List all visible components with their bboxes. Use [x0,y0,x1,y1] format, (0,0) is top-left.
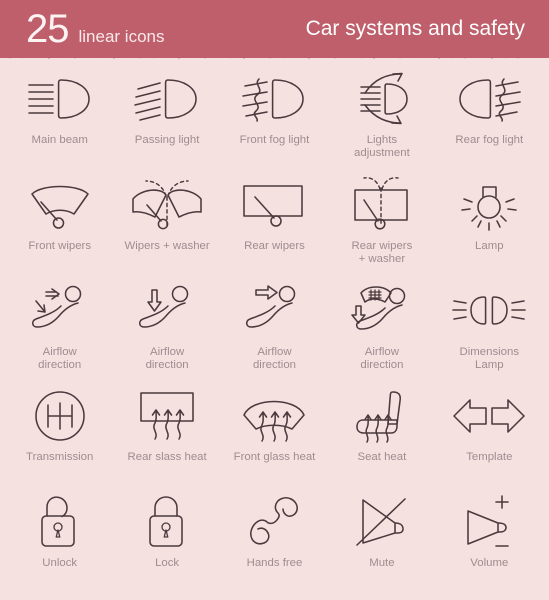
icon-label: Transmission [26,451,94,464]
headlight-adjustment-icon [337,71,427,127]
icon-label: Airflow direction [252,345,297,371]
icon-label: Lamp [475,239,504,252]
icon-label: Rear fog light [455,134,524,146]
icon-label: Volume [470,557,509,570]
icon-cell-wipers-washer[interactable]: Wipers + washer [113,171,220,277]
airflow-seat-front-icon [229,283,319,339]
wipers-washer-icon [122,177,212,233]
lock-padlock-icon [122,494,212,550]
icon-cell-template[interactable]: Template [436,382,543,488]
icon-grid: Main beam Passing light Front fog light … [0,61,549,600]
icon-count-block: 25 linear icons [26,9,165,49]
icon-cell-rear-wipers-washer[interactable]: Rear wipers + washer [328,171,435,277]
handset-hands-free-icon [229,494,319,550]
icon-label: Front glass heat [233,451,316,464]
icon-label: Main beam [31,134,88,146]
template-arrows-icon [444,388,534,444]
dimensions-lamp-icon [444,283,534,339]
icon-cell-volume[interactable]: Volume [436,488,543,594]
transmission-icon [15,388,105,444]
icon-cell-rear-wipers[interactable]: Rear wipers [221,171,328,277]
icon-cell-airflow-direction-2[interactable]: Airflow direction [113,277,220,383]
headlight-passing-light-icon [122,71,212,127]
icon-label: Front fog light [239,134,310,146]
icon-cell-front-wipers[interactable]: Front wipers [6,171,113,277]
icon-cell-hands-free[interactable]: Hands free [221,488,328,594]
icon-label: Front wipers [28,239,92,252]
rear-wipers-icon [229,177,319,233]
icon-cell-rear-glass-heat[interactable]: Rear slass heat [113,382,220,488]
icon-cell-airflow-direction-1[interactable]: Airflow direction [6,277,113,383]
icon-label: Lock [155,557,180,570]
icon-label: Airflow direction [360,345,404,371]
headlight-main-beam-icon [15,71,105,127]
icon-cell-mute[interactable]: Mute [328,488,435,594]
headlight-front-fog-icon [229,71,319,127]
icon-label: Airflow direction [38,345,82,371]
icon-cell-front-glass-heat[interactable]: Front glass heat [221,382,328,488]
icon-label: Seat heat [357,451,407,464]
icon-label: Airflow direction [145,345,189,371]
icon-label: Dimensions Lamp [459,345,520,371]
icon-label: Template [466,451,513,464]
front-glass-heat-icon [229,388,319,444]
icon-cell-airflow-direction-3[interactable]: Airflow direction [221,277,328,383]
page-title: Car systems and safety [305,17,525,40]
icon-cell-dimensions-lamp[interactable]: Dimensions Lamp [436,277,543,383]
icon-cell-front-fog-light[interactable]: Front fog light [221,65,328,171]
icon-cell-lamp[interactable]: Lamp [436,171,543,277]
icon-cell-lights-adjustment[interactable]: Lights adjustment [328,65,435,171]
unlock-padlock-icon [15,494,105,550]
icon-cell-rear-fog-light[interactable]: Rear fog light [436,65,543,171]
icon-sheet: 25 linear icons Car systems and safety M… [0,0,549,600]
headlight-rear-fog-icon [444,71,534,127]
rear-glass-heat-icon [122,388,212,444]
icon-cell-lock[interactable]: Lock [113,488,220,594]
icon-label: Mute [369,557,395,570]
speaker-volume-icon [444,494,534,550]
icon-label: Lights adjustment [354,134,410,159]
airflow-seat-down-icon [122,283,212,339]
speaker-mute-icon [337,494,427,550]
icon-label: Passing light [134,134,200,146]
icon-cell-unlock[interactable]: Unlock [6,488,113,594]
icon-cell-seat-heat[interactable]: Seat heat [328,382,435,488]
icon-cell-main-beam[interactable]: Main beam [6,65,113,171]
icon-label: Hands free [246,557,303,570]
icon-label: Rear wipers + washer [351,239,413,265]
icon-cell-transmission[interactable]: Transmission [6,382,113,488]
sheet-header: 25 linear icons Car systems and safety [0,0,549,59]
airflow-seat-windscreen-icon [337,283,427,339]
icon-count: 25 [26,7,69,51]
icon-cell-airflow-direction-4[interactable]: Airflow direction [328,277,435,383]
front-wipers-icon [15,177,105,233]
seat-heat-icon [337,388,427,444]
icon-label: Wipers + washer [124,239,210,252]
icon-label: Unlock [42,557,78,570]
icon-count-label: linear icons [78,27,165,46]
icon-label: Rear wipers [244,239,305,252]
icon-cell-passing-light[interactable]: Passing light [113,65,220,171]
rear-wipers-washer-icon [337,176,427,233]
lamp-icon [444,177,534,233]
icon-label: Rear slass heat [127,451,207,464]
airflow-seat-upper-lower-icon [15,283,105,339]
